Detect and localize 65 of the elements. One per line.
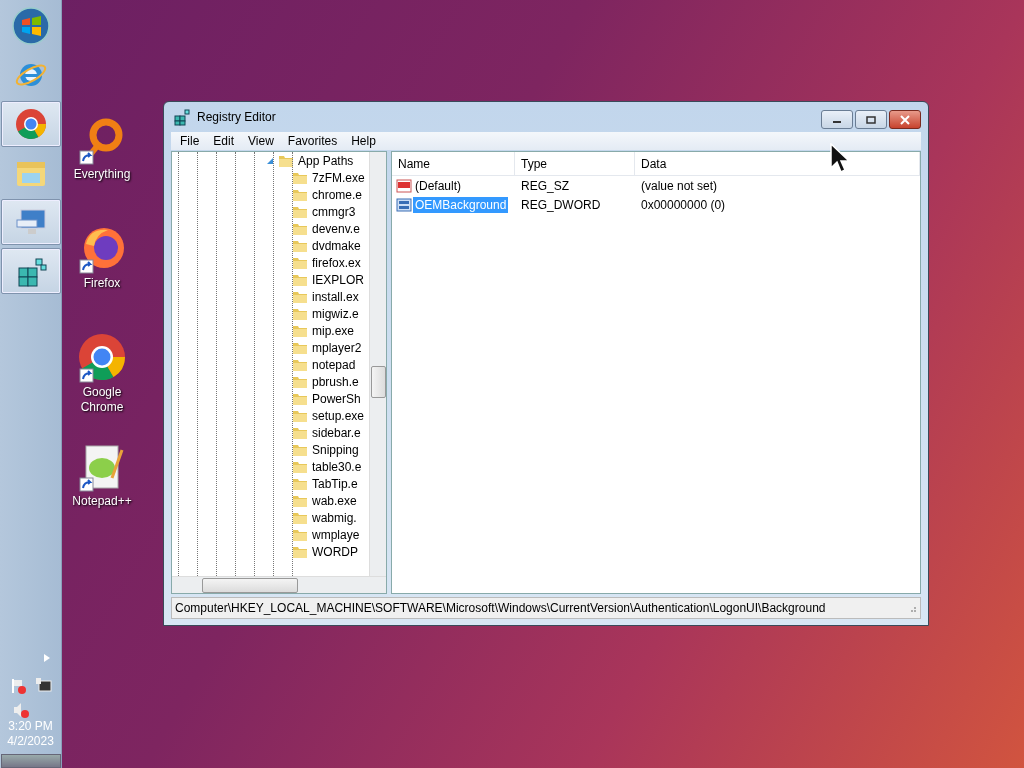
tree-item[interactable]: setup.exe [312, 408, 365, 423]
tree-item[interactable]: mip.exe [312, 323, 355, 338]
string-value-icon [396, 177, 412, 194]
chrome-icon [13, 107, 48, 141]
volume-muted-icon[interactable] [12, 701, 30, 719]
tree-item[interactable]: PowerSh [312, 391, 361, 406]
table-cell-text: REG_SZ [520, 178, 570, 193]
tree-item[interactable]: IEXPLOR [312, 272, 365, 287]
chrome-shortcut-icon[interactable] [76, 333, 128, 385]
desktop-icon-label[interactable]: Firefox [70, 276, 134, 291]
scroll-thumb[interactable] [202, 578, 298, 593]
expand-arrow-icon[interactable] [43, 653, 51, 663]
tree-item[interactable]: chrome.e [312, 187, 363, 202]
maximize-button[interactable] [855, 110, 887, 129]
tree-item[interactable]: migwiz.e [312, 306, 359, 321]
minimize-button[interactable] [821, 110, 853, 129]
tree-item[interactable]: install.ex [312, 289, 359, 304]
value-name[interactable]: (Default) [413, 177, 463, 194]
window-title: Registry Editor [197, 110, 276, 124]
menu-item[interactable]: Edit [206, 134, 242, 148]
tree-item[interactable]: pbrush.e [312, 374, 359, 389]
tree-item[interactable]: WORDP [312, 544, 358, 559]
vertical-scrollbar[interactable] [369, 152, 386, 576]
tree-item[interactable]: wmplaye [312, 527, 360, 542]
tree-item[interactable]: wabmig. [312, 510, 357, 525]
tree-item[interactable]: wab.exe [312, 493, 357, 508]
table-cell-text: (value not set) [640, 178, 719, 193]
maximize-icon [866, 115, 876, 124]
menu-item[interactable]: View [241, 134, 281, 148]
tree-item[interactable]: Snipping [312, 442, 359, 457]
tree-item[interactable]: 7zFM.exe [312, 170, 365, 185]
desktop-icon-label[interactable]: Notepad++ [70, 494, 134, 509]
taskbar-button[interactable] [0, 101, 61, 147]
desktop-icon-label[interactable]: Google Chrome [70, 385, 134, 415]
close-button[interactable] [889, 110, 921, 129]
table-cell-text: 0x00000000 (0) [640, 197, 727, 212]
tree-item[interactable]: dvdmake [312, 238, 361, 253]
desktop-icon-label[interactable]: Everything [70, 167, 134, 182]
tree-item[interactable]: devenv.e [312, 221, 360, 236]
tree-item[interactable]: sidebar.e [312, 425, 361, 440]
cubes-icon [173, 108, 191, 126]
tree-item[interactable]: cmmgr3 [312, 204, 356, 219]
menu-item[interactable]: Favorites [280, 134, 345, 148]
tree-item[interactable]: notepad [312, 357, 356, 372]
menu-item[interactable]: Help [344, 134, 383, 148]
tree-item[interactable]: firefox.ex [312, 255, 361, 270]
tree-item[interactable]: mplayer2 [312, 340, 362, 355]
horizontal-scrollbar[interactable] [172, 576, 386, 593]
taskbar-button[interactable] [0, 248, 61, 294]
binary-value-icon [396, 196, 412, 213]
network-icon[interactable] [34, 677, 53, 695]
column-header[interactable]: Name [392, 152, 515, 175]
column-header[interactable]: Type [515, 152, 635, 175]
tree-item[interactable]: TabTip.e [312, 476, 358, 491]
table-cell-text: REG_DWORD [520, 197, 602, 212]
status-path: Computer\HKEY_LOCAL_MACHINE\SOFTWARE\Microsoft\Windows\CurrentVersion\Authentication\LogonUI\Background [175, 601, 826, 615]
tree-item[interactable]: App Paths [298, 153, 354, 168]
menu-item[interactable]: File [173, 134, 207, 148]
close-icon [899, 114, 911, 125]
show-desktop-button[interactable] [0, 754, 61, 768]
taskbar-button[interactable] [0, 199, 61, 245]
scroll-thumb[interactable] [371, 366, 386, 398]
start-orb-icon [10, 6, 51, 46]
expanded-arrow-icon[interactable] [266, 156, 274, 165]
tree-item[interactable]: table30.e [312, 459, 362, 474]
